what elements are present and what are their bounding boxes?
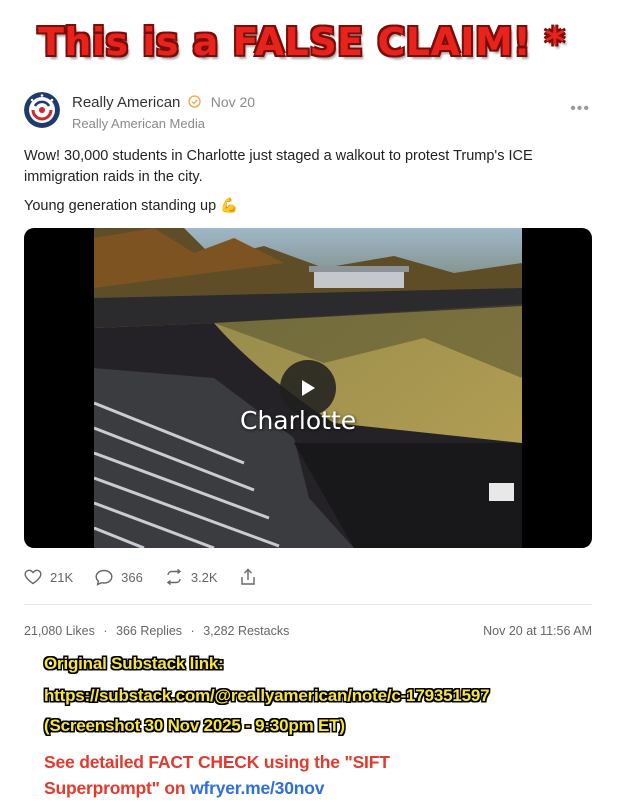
- post-timestamp[interactable]: Nov 20 at 11:56 AM: [483, 624, 592, 638]
- like-button[interactable]: 21K: [24, 569, 73, 585]
- restack-count: 3.2K: [190, 569, 218, 585]
- annotation-source-heading: Original Substack link:: [44, 654, 224, 673]
- comment-count: 366: [121, 569, 143, 585]
- author-name[interactable]: Really American: [72, 94, 180, 111]
- share-button[interactable]: [240, 568, 264, 586]
- video-location-label: Charlotte: [240, 406, 357, 435]
- post-actions: 21K 366 3.2K: [24, 566, 286, 588]
- replies-stat[interactable]: 366 Replies: [116, 624, 182, 638]
- annotation-screenshot-date: (Screenshot 30 Nov 2025 - 9:30pm ET): [44, 716, 345, 735]
- annotation-source-url: https://substack.com/@reallyamerican/not…: [44, 686, 490, 705]
- annotation-superprompt-text: Superprompt" on: [44, 778, 186, 798]
- play-icon: [302, 380, 315, 396]
- restacks-stat[interactable]: 3,282 Restacks: [203, 624, 289, 638]
- restack-button[interactable]: 3.2K: [165, 569, 218, 585]
- video-player[interactable]: Charlotte: [24, 228, 592, 548]
- likes-stat[interactable]: 21,080 Likes: [24, 624, 95, 638]
- avatar[interactable]: [24, 92, 60, 128]
- fact-check-link[interactable]: wfryer.me/30nov: [190, 778, 324, 798]
- post-stats: 21,080 Likes · 366 Replies · 3,282 Resta…: [24, 624, 289, 638]
- publication-name[interactable]: Really American Media: [72, 116, 205, 131]
- post-header: Really American Nov 20 Really American M…: [24, 90, 596, 134]
- stat-separator: ·: [190, 624, 195, 638]
- more-horizontal-icon[interactable]: •••: [570, 100, 590, 118]
- stat-separator: ·: [103, 624, 108, 638]
- annotation-fact-check-line: See detailed FACT CHECK using the "SIFT: [44, 752, 390, 772]
- verified-badge-icon: [187, 95, 201, 108]
- comment-icon: [95, 569, 113, 586]
- heart-icon: [24, 569, 42, 585]
- author-line: Really American Nov 20: [72, 94, 255, 111]
- comment-button[interactable]: 366: [95, 569, 143, 586]
- post-date[interactable]: Nov 20: [211, 94, 255, 110]
- like-count: 21K: [50, 569, 74, 585]
- restack-icon: [166, 569, 181, 585]
- annotation-fact-check-line-2: Superprompt" on wfryer.me/30nov: [44, 778, 324, 799]
- divider: [24, 604, 592, 605]
- post-text-secondary: Young generation standing up 💪: [24, 198, 239, 214]
- post-text: Wow! 30,000 students in Charlotte just s…: [24, 148, 533, 185]
- false-claim-banner: This is a FALSE CLAIM! *: [38, 20, 566, 64]
- share-icon: [240, 568, 255, 585]
- really-american-logo-icon: [24, 92, 60, 128]
